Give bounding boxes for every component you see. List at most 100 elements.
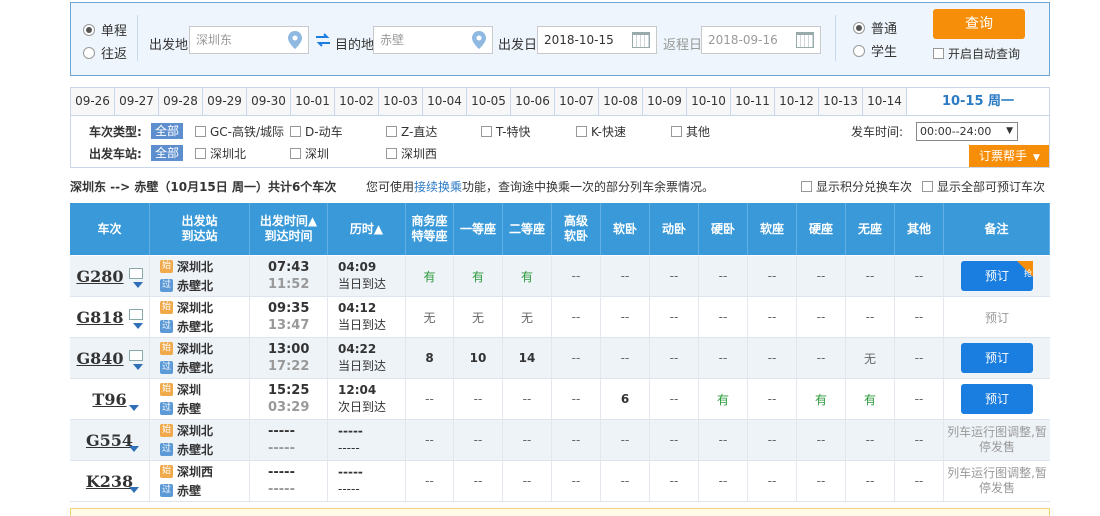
to-station-name[interactable]: 赤壁北 (177, 277, 213, 294)
checkbox-icon (481, 126, 492, 137)
date-tab[interactable]: 10-03 (379, 88, 423, 115)
passenger-student-radio[interactable]: 学生 (853, 41, 897, 60)
from-station-name[interactable]: 深圳北 (177, 299, 213, 316)
from-station: 始深圳西 (160, 463, 213, 480)
pass-tag: 过 (160, 402, 173, 415)
expand-arrow-icon[interactable] (129, 446, 139, 452)
book-disabled: 预订 (984, 310, 1009, 325)
transfer-link[interactable]: 接续换乘 (414, 180, 462, 194)
date-tab[interactable]: 10-11 (731, 88, 775, 115)
to-station-name[interactable]: 赤壁 (177, 482, 201, 499)
column-header[interactable]: 历时▲ (328, 203, 406, 255)
type-gc-checkbox[interactable]: GC-高铁/城际 (195, 123, 284, 140)
depart-time-select[interactable]: 00:00--24:00 ▼ (916, 122, 1018, 141)
type-z-checkbox[interactable]: Z-直达 (386, 123, 437, 140)
column-header: 备注 (944, 203, 1050, 255)
transfer-hint: 您可使用接续换乘功能，查询途中换乘一次的部分列车余票情况。 (366, 180, 715, 194)
date-tab[interactable]: 09-29 (203, 88, 247, 115)
pass-tag: 过 (160, 279, 173, 292)
type-d-checkbox[interactable]: D-动车 (290, 123, 343, 140)
date-tab[interactable]: 09-28 (159, 88, 203, 115)
train-cell: G818 (70, 297, 150, 337)
type-t-checkbox[interactable]: T-特快 (481, 123, 531, 140)
passenger-normal-radio[interactable]: 普通 (853, 18, 897, 37)
calendar-icon[interactable] (796, 32, 814, 48)
train-number-link[interactable]: G280 (76, 267, 123, 286)
checkbox-icon (386, 126, 397, 137)
expand-arrow-icon[interactable] (129, 487, 139, 493)
type-k-checkbox[interactable]: K-快速 (576, 123, 626, 140)
date-tab[interactable]: 10-06 (511, 88, 555, 115)
train-number-link[interactable]: G818 (76, 308, 123, 327)
train-type-all-button[interactable]: 全部 (151, 123, 184, 139)
arrive-time: ----- (268, 482, 295, 497)
date-tab[interactable]: 09-27 (115, 88, 159, 115)
expand-arrow-icon[interactable] (133, 323, 143, 329)
expand-arrow-icon[interactable] (133, 282, 143, 288)
from-station-name[interactable]: 深圳西 (177, 463, 213, 480)
from-station-name[interactable]: 深圳北 (177, 258, 213, 275)
date-tab[interactable]: 10-10 (687, 88, 731, 115)
query-button[interactable]: 查询 (933, 9, 1025, 39)
date-tab[interactable]: 10-02 (335, 88, 379, 115)
seat-cell: -- (650, 461, 699, 501)
calendar-icon[interactable] (632, 32, 650, 48)
train-number-link[interactable]: K238 (86, 472, 133, 491)
date-tab[interactable]: 10-08 (599, 88, 643, 115)
station-all-button[interactable]: 全部 (151, 145, 184, 161)
return-date-input[interactable]: 2018-09-16 (701, 26, 821, 54)
train-number-link[interactable]: G554 (86, 431, 133, 450)
date-tab[interactable]: 10-13 (819, 88, 863, 115)
radio-icon (83, 46, 95, 59)
expand-arrow-icon[interactable] (129, 405, 139, 411)
expand-arrow-icon[interactable] (133, 364, 143, 370)
to-station-name[interactable]: 赤壁北 (177, 359, 213, 376)
date-tab[interactable]: 10-14 (863, 88, 907, 115)
swap-icon[interactable] (315, 33, 331, 47)
seat-cell: 有 (454, 256, 503, 296)
trip-single-radio[interactable]: 单程 (83, 20, 127, 39)
book-button[interactable]: 预订抢 (961, 261, 1033, 291)
arrive-time: 13:47 (268, 318, 310, 333)
to-station: 过赤壁北 (160, 318, 213, 335)
trip-round-radio[interactable]: 往返 (83, 43, 127, 62)
show-points-checkbox[interactable]: 显示积分兑换车次 (801, 178, 912, 195)
time-cell: ----- ----- (250, 461, 328, 501)
show-bookable-checkbox[interactable]: 显示全部可预订车次 (922, 178, 1045, 195)
date-tab[interactable]: 10-12 (775, 88, 819, 115)
date-tab[interactable]: 10-05 (467, 88, 511, 115)
seat-cell: -- (552, 379, 601, 419)
ticket-helper-button[interactable]: 订票帮手 ▼ (969, 145, 1049, 167)
column-header: 车次 (70, 203, 150, 255)
to-station-name[interactable]: 赤壁 (177, 400, 201, 417)
station-shenzhen-checkbox[interactable]: 深圳 (290, 145, 329, 162)
to-station-name[interactable]: 赤壁北 (177, 318, 213, 335)
train-number-link[interactable]: T96 (92, 390, 126, 409)
train-number-link[interactable]: G840 (76, 349, 123, 368)
date-tab[interactable]: 09-30 (247, 88, 291, 115)
from-station-name[interactable]: 深圳北 (177, 340, 213, 357)
date-tab[interactable]: 10-04 (423, 88, 467, 115)
start-tag: 始 (160, 301, 173, 314)
to-station-input[interactable]: 赤壁 (373, 26, 493, 54)
station-shenzhenbei-checkbox[interactable]: 深圳北 (195, 145, 246, 162)
duration-cell: ----- ----- (328, 461, 406, 501)
book-button[interactable]: 预订 (961, 343, 1033, 373)
from-station-input[interactable]: 深圳东 (189, 26, 309, 54)
date-tab[interactable]: 09-26 (71, 88, 115, 115)
date-tab[interactable]: 10-01 (291, 88, 335, 115)
station-shenzhenxi-checkbox[interactable]: 深圳西 (386, 145, 437, 162)
auto-query-checkbox[interactable]: 开启自动查询 (933, 45, 1020, 62)
seat-cell: -- (552, 256, 601, 296)
book-button[interactable]: 预订 (961, 384, 1033, 414)
from-station-name[interactable]: 深圳北 (177, 422, 213, 439)
type-other-checkbox[interactable]: 其他 (671, 123, 710, 140)
start-tag: 始 (160, 424, 173, 437)
selected-date-tab[interactable]: 10-15 周一 (907, 88, 1049, 115)
from-station-name[interactable]: 深圳 (177, 381, 201, 398)
column-header[interactable]: 出发时间▲ 到达时间 (250, 203, 328, 255)
to-station-name[interactable]: 赤壁北 (177, 441, 213, 458)
date-tab[interactable]: 10-09 (643, 88, 687, 115)
date-tab[interactable]: 10-07 (555, 88, 599, 115)
depart-date-input[interactable]: 2018-10-15 (537, 26, 657, 54)
